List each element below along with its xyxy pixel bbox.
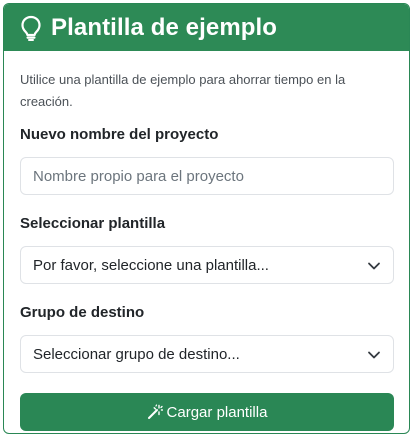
card-title: Plantilla de ejemplo <box>51 13 278 41</box>
project-name-placeholder: Nombre propio para el proyecto <box>33 167 244 185</box>
load-template-label: Cargar plantilla <box>166 403 268 421</box>
load-template-button[interactable]: Cargar plantilla <box>20 393 394 431</box>
template-select[interactable]: Por favor, seleccione una plantilla... <box>20 246 394 284</box>
group-select[interactable]: Seleccionar grupo de destino... <box>20 335 394 373</box>
project-name-input[interactable]: Nombre propio para el proyecto <box>20 157 394 195</box>
intro-text: Utilice una plantilla de ejemplo para ah… <box>20 72 346 109</box>
chevron-down-icon <box>367 348 381 362</box>
card-header: Plantilla de ejemplo <box>4 4 409 51</box>
chevron-down-icon <box>367 259 381 273</box>
group-select-label: Grupo de destino <box>20 304 145 321</box>
group-select-value: Seleccionar grupo de destino... <box>33 345 240 363</box>
card-body: Utilice una plantilla de ejemplo para ah… <box>4 51 409 431</box>
lightbulb-icon <box>20 15 42 41</box>
template-card: Plantilla de ejemplo Utilice una plantil… <box>3 3 410 434</box>
template-select-label: Seleccionar plantilla <box>20 215 166 232</box>
project-name-label: Nuevo nombre del proyecto <box>20 126 219 143</box>
template-select-value: Por favor, seleccione una plantilla... <box>33 256 269 274</box>
magic-wand-icon <box>147 404 163 420</box>
